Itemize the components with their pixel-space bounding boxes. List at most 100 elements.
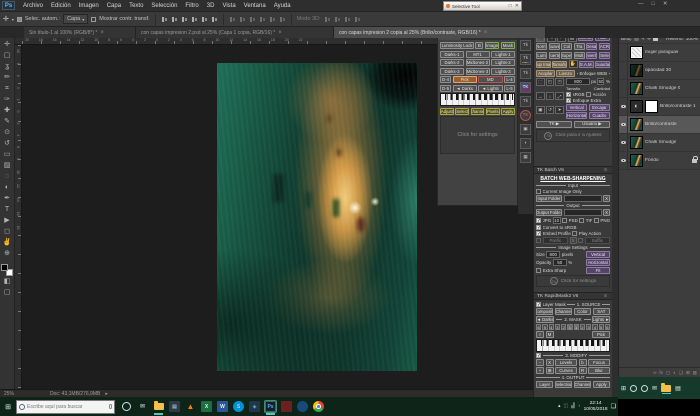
layer-thumbnail[interactable] <box>630 118 643 131</box>
tk-color-panel-icon[interactable]: TK <box>520 82 531 93</box>
md-button[interactable]: MD <box>478 76 502 83</box>
output-selection-button[interactable]: Selection <box>555 381 572 388</box>
layer-thumbnail[interactable] <box>630 154 643 167</box>
flatten-button[interactable]: Acoplar <box>536 70 555 77</box>
image-button[interactable]: Image <box>485 42 499 49</box>
output-apply-button[interactable]: Apply <box>593 381 610 388</box>
start-button[interactable]: ⊞ <box>0 403 16 411</box>
layer-thumbnail[interactable] <box>630 82 643 95</box>
zoom-level[interactable]: 25% <box>4 391 14 397</box>
distribute-right-icon[interactable] <box>279 16 286 23</box>
apply-button[interactable]: Apply <box>501 108 515 115</box>
jpg-checkbox[interactable] <box>536 218 541 223</box>
play-action-checkbox[interactable] <box>572 231 577 236</box>
close-tab-icon[interactable]: × <box>484 30 488 36</box>
settings-click-area[interactable]: Click for settings <box>440 116 515 154</box>
levels-button[interactable]: Levels <box>555 359 577 366</box>
convert-srgb-checkbox[interactable] <box>536 225 541 230</box>
lum-button[interactable]: Lum <box>536 52 547 59</box>
move-tool[interactable]: ✛ <box>1 39 14 50</box>
panel-menu-icon[interactable]: ≡ <box>604 293 609 299</box>
menu-vista[interactable]: Vista <box>218 3 239 9</box>
color-swatches[interactable] <box>1 264 13 276</box>
visibility-toggle[interactable] <box>619 134 628 151</box>
blur-tool[interactable]: ◌ <box>1 171 14 182</box>
distribute-center-v-icon[interactable] <box>239 16 246 23</box>
mt1-button[interactable]: MT1 <box>466 51 490 58</box>
marquee-tool[interactable]: ▢ <box>1 50 14 61</box>
document-tab[interactable]: con capas impresion 2.psd al 25% (Capa 1… <box>136 27 334 38</box>
midtones-3-button[interactable]: Midtones-3 <box>466 68 490 75</box>
lights-3-button[interactable]: Lights-3 <box>491 68 515 75</box>
clipboard-icon[interactable]: ▣ <box>536 106 545 114</box>
batch-settings-click-area[interactable]: Tk Click for settings <box>536 275 610 287</box>
suffix-checkbox[interactable] <box>578 238 583 243</box>
visibility-toggle[interactable] <box>619 152 628 169</box>
snapshot-panel-icon[interactable]: ▣ <box>520 124 531 135</box>
sharpen-amount-field[interactable]: 50 <box>597 78 604 85</box>
cortana-icon[interactable] <box>630 385 637 392</box>
visibility-toggle[interactable] <box>619 44 628 61</box>
transform-icon[interactable]: ⤢ <box>555 92 564 100</box>
tool-preset-chevron-icon[interactable]: ▾ <box>12 17 14 22</box>
vertical-button[interactable]: Vertical <box>566 104 587 111</box>
super-button[interactable]: Super <box>561 52 572 59</box>
tk-menu-button[interactable]: TK ▶ <box>536 121 572 128</box>
notes-icon[interactable]: ▤ <box>169 401 180 412</box>
mask-level-button[interactable]: 4 <box>549 324 554 330</box>
action-checkbox[interactable] <box>586 92 591 97</box>
close-tab-icon[interactable]: × <box>100 30 104 36</box>
dodge-tool[interactable]: ◐ <box>1 182 14 193</box>
notification-center-icon[interactable]: ❏ <box>611 403 616 410</box>
adjust-button[interactable]: Adjust <box>440 108 454 115</box>
delete-layer-icon[interactable]: ▥ <box>693 370 697 376</box>
transform-icon[interactable]: ↕ <box>546 92 555 100</box>
add-mask-icon[interactable]: ▢ <box>666 370 670 376</box>
word-icon[interactable]: W <box>217 401 228 412</box>
clear-input-button[interactable]: X <box>603 195 610 202</box>
l4-button[interactable]: L-4 <box>504 76 515 83</box>
restore-button[interactable]: R <box>579 367 587 374</box>
document-tab[interactable]: Sin título-1 al 100% (RGB/8*) * × <box>24 27 136 38</box>
mask-level-button[interactable]: 5 <box>599 324 604 330</box>
shape-tool[interactable]: ◻ <box>1 226 14 237</box>
new-adjustment-icon[interactable]: ◐ <box>673 370 676 375</box>
clear-button[interactable]: X <box>546 359 554 366</box>
d4-button[interactable]: D-4 <box>440 76 451 83</box>
lights-mask-button[interactable]: Lights ► <box>592 316 610 323</box>
luminosity-keyboard[interactable] <box>440 93 515 106</box>
adjustment-layer-icon[interactable]: ◐ <box>630 100 643 113</box>
pixels-button[interactable]: Pixels <box>486 108 500 115</box>
tray-icon[interactable]: ◫ <box>563 404 568 409</box>
eyedropper-tool[interactable]: ✑ <box>1 94 14 105</box>
transform-icon[interactable]: ↔ <box>536 92 545 100</box>
mask-level-button[interactable]: 5 <box>542 324 547 330</box>
mask-level-button[interactable]: 1 <box>574 324 579 330</box>
pen-tool[interactable]: ✒ <box>1 193 14 204</box>
layer-mask-checkbox[interactable] <box>536 302 541 307</box>
pick-mask-button[interactable]: Pick <box>592 331 610 338</box>
visibility-toggle[interactable] <box>619 62 628 79</box>
foreground-color[interactable] <box>1 264 8 271</box>
d5-button[interactable]: D-5 <box>440 85 451 92</box>
darks-3-button[interactable]: Darks-3 <box>440 68 464 75</box>
duplicate-image-button[interactable]: Dup Imag <box>536 61 551 68</box>
batch-size-field[interactable]: 800 <box>546 251 560 258</box>
mask-level-button[interactable]: 4 <box>592 324 597 330</box>
zoom-tool[interactable]: ⊕ <box>1 248 14 259</box>
invert-button[interactable]: Invertir <box>586 52 597 59</box>
color-source-button[interactable]: Color <box>574 308 591 315</box>
explorer-icon[interactable] <box>153 401 164 412</box>
mail-icon[interactable]: ✉ <box>652 385 657 392</box>
hand-icon[interactable]: ✋ <box>569 60 578 68</box>
status-arrow-icon[interactable]: ▸ <box>105 391 108 397</box>
panel-menu-icon[interactable]: ≡ <box>604 167 609 173</box>
mask-level-button[interactable]: 3 <box>555 324 560 330</box>
canvas-button[interactable]: Lienzo <box>556 70 575 77</box>
new-layer-icon[interactable]: ⊞ <box>686 370 690 376</box>
acr-button[interactable]: ACR <box>599 43 610 50</box>
menu-capa[interactable]: Capa <box>103 3 125 9</box>
layer-row-selected[interactable]: Brillo/contraste <box>619 116 700 134</box>
jpg-quality-field[interactable]: 10 <box>553 217 561 224</box>
tk-panel-icon[interactable]: Tk <box>520 68 531 79</box>
